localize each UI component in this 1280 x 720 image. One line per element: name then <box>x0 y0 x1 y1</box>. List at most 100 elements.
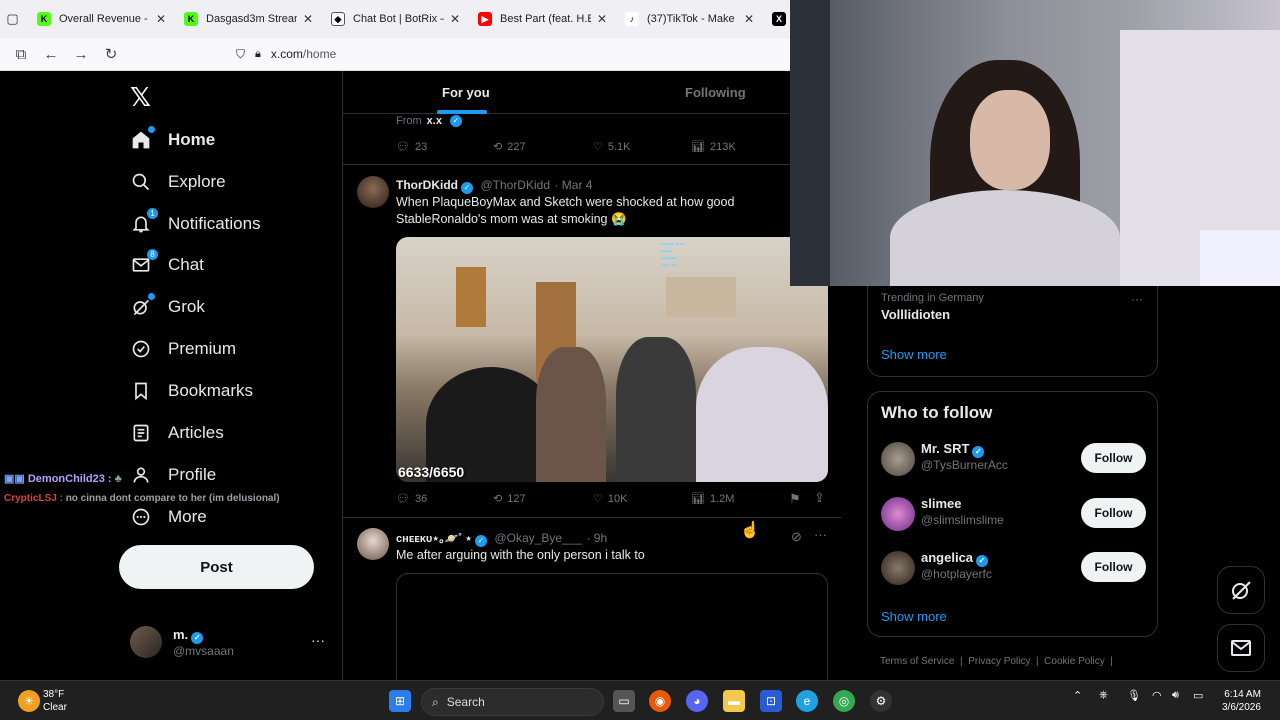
chevron-up-icon[interactable]: ⌃ <box>1073 689 1082 702</box>
tab-following[interactable]: Following <box>685 85 746 100</box>
follow-button[interactable]: Follow <box>1081 552 1146 582</box>
follow-suggestion[interactable]: angelica ✓ @hotplayerfc Follow <box>881 549 1146 589</box>
follow-suggestion[interactable]: slimee @slimslimslime Follow <box>881 495 1146 535</box>
more-icon[interactable]: ··· <box>311 632 325 648</box>
tweet-date[interactable]: · 9h <box>586 531 607 545</box>
tweet-author-handle[interactable]: @ThorDKidd <box>480 178 550 192</box>
file-explorer-icon[interactable]: ▬ <box>723 690 745 712</box>
x-logo-icon[interactable]: 𝕏 <box>130 83 151 113</box>
verified-icon: ✓ <box>449 115 462 127</box>
sidebar-toggle-icon[interactable]: ⧉ <box>6 46 36 63</box>
url-field[interactable]: ⛉ 🔒︎ x.com/home <box>236 47 336 62</box>
post-button[interactable]: Post <box>119 545 314 589</box>
trend-title[interactable]: Volllidioten <box>881 307 950 322</box>
search-icon: ⌕ <box>432 694 439 709</box>
grok-icon[interactable]: ⊘ <box>791 529 802 545</box>
volume-icon[interactable]: 🔊︎ <box>1172 689 1179 702</box>
follow-suggestion[interactable]: Mr. SRT ✓ @TysBurnerAcc Follow <box>881 440 1146 480</box>
avatar[interactable] <box>357 176 389 208</box>
tweet-date[interactable]: · Mar 4 <box>554 178 592 192</box>
footer-link[interactable]: Privacy Policy <box>968 656 1030 667</box>
nav-item-articles[interactable]: Articles <box>130 418 224 448</box>
back-icon[interactable]: ← <box>36 46 66 63</box>
kick-icon: K <box>37 12 51 26</box>
weather-widget[interactable]: 38°F Clear <box>43 688 67 714</box>
wifi-icon[interactable]: ◠ <box>1152 689 1162 702</box>
firefox-icon[interactable]: ◉ <box>649 690 671 712</box>
follow-button[interactable]: Follow <box>1081 498 1146 528</box>
url-domain: x.com <box>270 47 303 61</box>
forward-icon[interactable]: → <box>66 46 96 63</box>
close-icon[interactable]: ✕ <box>303 12 313 26</box>
x-icon: X <box>772 12 786 26</box>
battery-icon[interactable]: ▭ <box>1193 689 1203 702</box>
tweet-author-name[interactable]: ThorDKidd <box>396 178 458 192</box>
avatar[interactable] <box>357 528 389 560</box>
footer-link[interactable]: Terms of Service <box>880 656 954 667</box>
suggestion-name: angelica ✓ <box>921 550 991 567</box>
close-icon[interactable]: ✕ <box>156 12 166 26</box>
nav-item-premium[interactable]: Premium <box>130 334 236 364</box>
task-view-icon[interactable]: ▭ <box>613 690 635 712</box>
tweet-author-name[interactable]: cʜᴇᴇᴋᴜ⋆｡🪐˚ ⋆ <box>396 533 472 545</box>
more-icon[interactable]: ··· <box>814 527 827 542</box>
suggestion-name: slimee <box>921 496 962 511</box>
nav-item-profile[interactable]: Profile <box>130 460 216 490</box>
chrome-icon[interactable]: ◎ <box>833 690 855 712</box>
taskbar-search[interactable]: ⌕ Search <box>421 688 604 716</box>
follow-button[interactable]: Follow <box>1081 443 1146 473</box>
like-button[interactable]: ♡ 10K <box>593 492 627 506</box>
nav-item-chat[interactable]: 8 Chat <box>130 249 204 280</box>
browser-tab[interactable]: ♪ (37)TikTok - Make You ✕ <box>613 0 760 38</box>
reply-button[interactable]: 💬︎ 23 <box>396 140 427 154</box>
heart-icon: ♡ <box>593 141 603 153</box>
browser-tab-active[interactable]: X <box>760 0 790 38</box>
nav-item-notifications[interactable]: 1 Notifications <box>130 208 261 239</box>
share-icon[interactable]: ⇪ <box>814 490 825 506</box>
views-button[interactable]: 📊︎ 1.2M <box>691 492 734 506</box>
start-icon[interactable]: ⊞ <box>389 690 411 712</box>
tab-for-you[interactable]: For you <box>442 85 490 100</box>
messages-floating-button[interactable] <box>1217 624 1265 672</box>
shield-icon[interactable]: ⛉ <box>236 47 245 62</box>
repost-button[interactable]: ⟲ 127 <box>493 492 526 506</box>
nav-item-more[interactable]: More <box>130 502 207 532</box>
nav-item-explore[interactable]: Explore <box>130 167 226 197</box>
tweet-video[interactable]: ▪▪▪▪▪▪ ▪▪▪▪ ▪▪▪▪▪ ▪▪▪▪▪▪▪ ▪▪▪▪ ▪▪▪ 6633/665… <box>396 237 828 482</box>
weather-icon[interactable]: ☀ <box>18 690 40 712</box>
close-icon[interactable]: ✕ <box>450 12 460 26</box>
nav-item-home[interactable]: Home <box>130 125 215 155</box>
browser-tab[interactable]: ◆ Chat Bot | BotRix — C ✕ <box>319 0 466 38</box>
more-icon[interactable]: ··· <box>1131 292 1143 306</box>
reload-icon[interactable]: ↻ <box>96 45 126 63</box>
show-more-follow[interactable]: Show more <box>881 609 947 624</box>
close-icon[interactable]: ✕ <box>744 12 754 26</box>
close-icon[interactable]: ✕ <box>597 12 607 26</box>
browser-tab[interactable]: ▶ Best Part (feat. H.E ✕ <box>466 0 613 38</box>
account-switcher[interactable]: m. ✓ @mvsaaan ··· <box>130 626 330 660</box>
tiktok-icon: ♪ <box>625 12 639 26</box>
repost-button[interactable]: ⟲ 227 <box>493 140 526 154</box>
bookmark-icon[interactable]: ⚑ <box>789 491 801 507</box>
nav-item-grok[interactable]: Grok <box>130 292 205 322</box>
like-button[interactable]: ♡ 5.1K <box>593 140 631 154</box>
edge-icon[interactable]: e <box>796 690 818 712</box>
tweet-author-handle[interactable]: @Okay_Bye___ <box>494 531 582 545</box>
browser-tab[interactable]: K Overall Revenue - Kick ✕ <box>25 0 172 38</box>
grok-floating-button[interactable] <box>1217 566 1265 614</box>
app-icon[interactable]: ⚙ <box>870 690 892 712</box>
discord-icon[interactable]: ◕ <box>686 690 708 712</box>
show-more-trends[interactable]: Show more <box>881 347 947 362</box>
views-button[interactable]: 📊︎ 213K <box>691 140 736 154</box>
tweet-media[interactable] <box>396 573 828 680</box>
microphone-icon[interactable]: 🎙︎ <box>1127 689 1141 702</box>
lock-icon[interactable]: 🔒︎ <box>255 48 261 61</box>
browser-tab[interactable]: K Dasgasd3m Stream - W ✕ <box>172 0 319 38</box>
tab-list-icon[interactable]: ▢ <box>0 0 25 38</box>
store-icon[interactable]: ⊡ <box>760 690 782 712</box>
nav-item-bookmarks[interactable]: Bookmarks <box>130 376 253 406</box>
reply-button[interactable]: 💬︎ 36 <box>396 492 427 506</box>
network-icon[interactable]: ⎈ <box>1099 689 1108 702</box>
footer-link[interactable]: Cookie Policy <box>1044 656 1105 667</box>
clock[interactable]: 6:14 AM 3/6/2026 <box>1222 688 1261 714</box>
